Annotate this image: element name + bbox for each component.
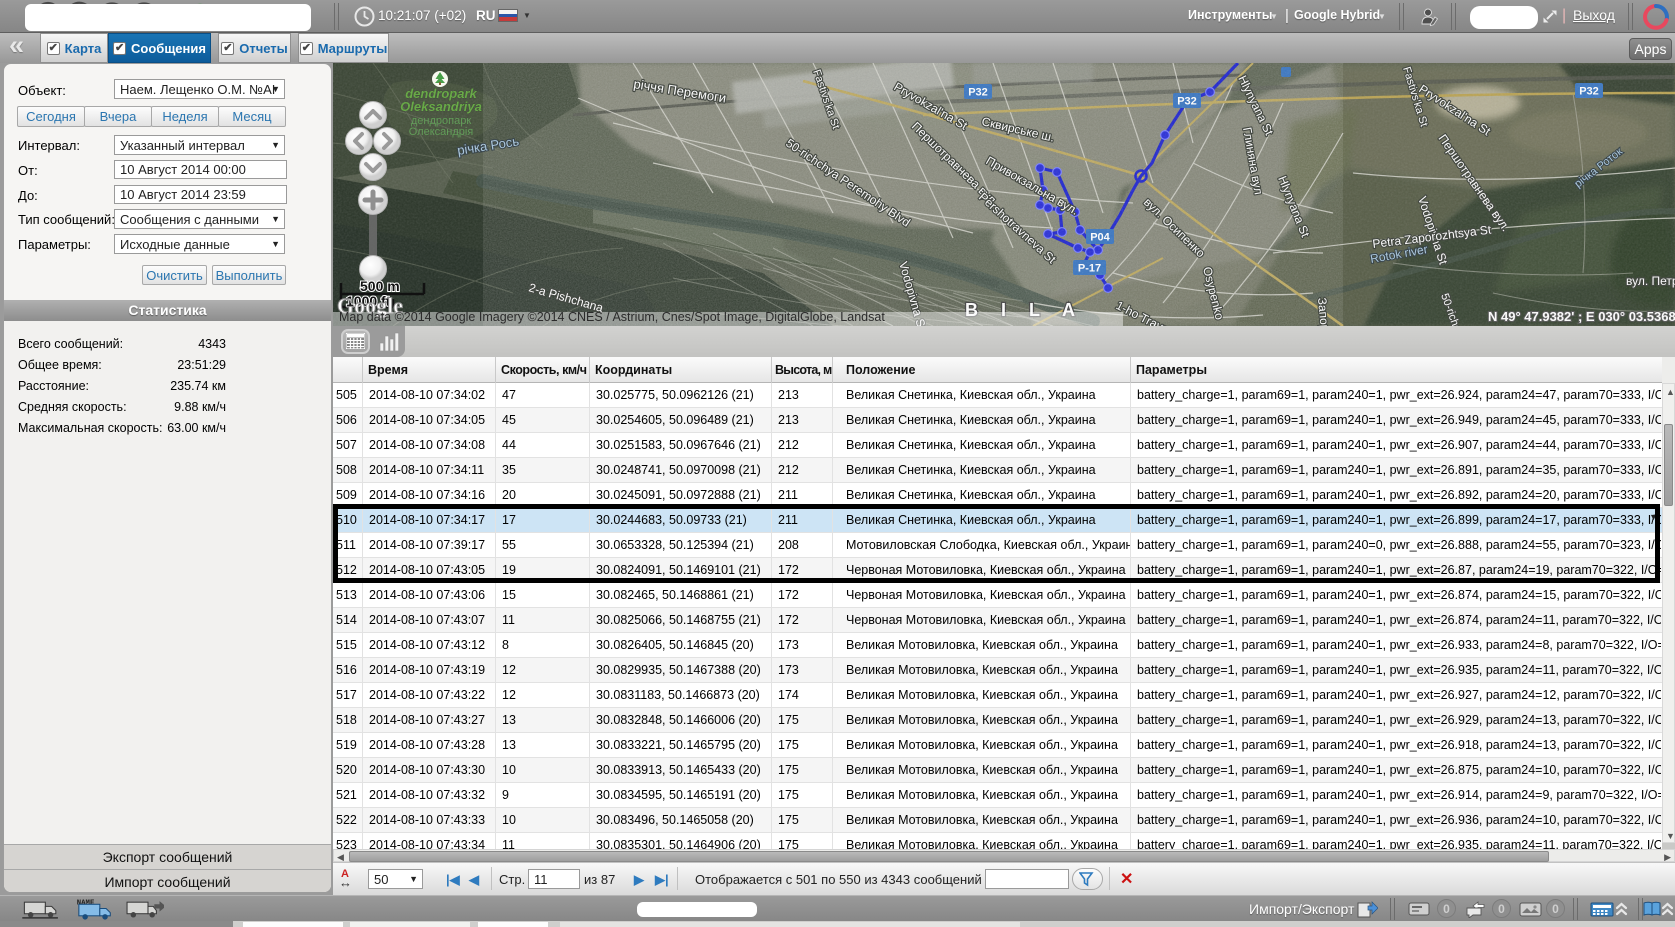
- svg-text:500 m: 500 m: [360, 278, 400, 294]
- svg-text:Map data ©2014 Google Imagery: Map data ©2014 Google Imagery ©2014 CNES…: [339, 310, 885, 324]
